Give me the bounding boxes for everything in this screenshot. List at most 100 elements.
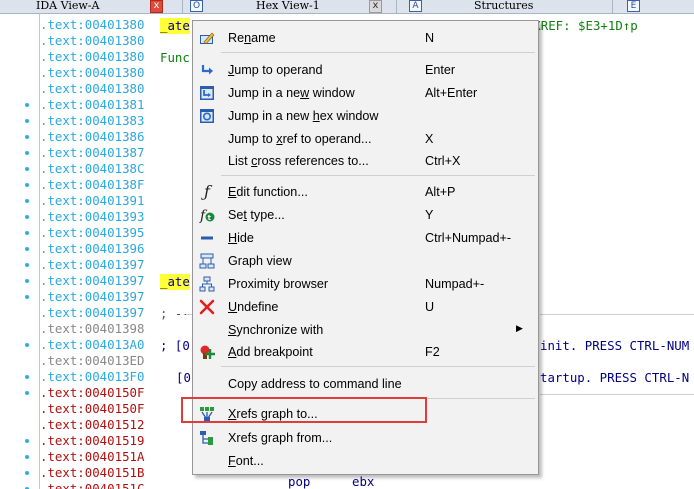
menu-item-graph-view[interactable]: Graph view xyxy=(193,250,538,272)
address-row[interactable]: .text:0040151C xyxy=(40,481,144,489)
address-row[interactable]: .text:00401395 xyxy=(40,225,144,241)
flow-dot xyxy=(25,439,29,443)
address-row[interactable]: .text:0040150F xyxy=(40,385,144,401)
address-row[interactable]: .text:00401519 xyxy=(40,433,144,449)
address-row[interactable]: .text:00401386 xyxy=(40,129,144,145)
segment-prefix: .text: xyxy=(40,321,85,336)
menu-item-shortcut: N xyxy=(425,31,435,45)
address-value: 00401397 xyxy=(84,257,145,272)
address-row[interactable]: .text:004013A0 xyxy=(40,337,144,353)
address-row[interactable]: .text:00401383 xyxy=(40,113,144,129)
address-row[interactable]: .text:00401397 xyxy=(40,305,144,321)
flow-dot xyxy=(25,183,29,187)
segment-prefix: .text: xyxy=(40,289,85,304)
menu-item-undefine[interactable]: Undefine U xyxy=(193,296,538,318)
address-row[interactable]: .text:0040150F xyxy=(40,401,144,417)
address-value: 00401381 xyxy=(84,97,145,112)
address-value: 0040150F xyxy=(84,401,145,416)
label-highlight-mid[interactable]: _ate xyxy=(160,274,190,290)
menu-item-shortcut: Alt+P xyxy=(425,185,456,199)
flow-dot xyxy=(25,215,29,219)
jump-new-window-icon xyxy=(199,85,215,101)
segment-prefix: .text: xyxy=(40,337,85,352)
address-row[interactable]: .text:00401397 xyxy=(40,257,144,273)
menu-item-edit-function[interactable]: ƒ Edit function... Alt+P xyxy=(193,181,538,203)
menu-item-label: Undefine xyxy=(228,300,279,314)
flow-dot xyxy=(25,119,29,123)
tab-hex-view-1-label: Hex View-1 xyxy=(256,0,320,12)
menu-item-font[interactable]: Font... xyxy=(193,450,538,472)
flow-dot xyxy=(25,247,29,251)
address-row[interactable]: .text:004013F0 xyxy=(40,369,144,385)
set-type-icon: ft xyxy=(199,207,215,224)
address-row[interactable]: .text:00401393 xyxy=(40,209,144,225)
address-row[interactable]: .text:00401381 xyxy=(40,97,144,113)
address-row[interactable]: .text:0040138C xyxy=(40,161,144,177)
tab-hex-view-1[interactable]: Hex View-1 x xyxy=(208,0,388,14)
menu-item-add-breakpoint[interactable]: Add breakpoint F2 xyxy=(193,341,538,363)
address-value: 00401393 xyxy=(84,209,145,224)
menu-item-jump-hex-window[interactable]: Jump in a new hex window xyxy=(193,105,538,127)
address-row[interactable]: .text:00401380 xyxy=(40,17,144,33)
address-row[interactable]: .text:00401398 xyxy=(40,321,144,337)
function-icon: ƒ xyxy=(204,182,210,201)
close-icon[interactable]: x xyxy=(369,0,382,13)
rename-icon xyxy=(199,30,215,46)
label-highlight-top[interactable]: _ate xyxy=(160,18,190,34)
tab-separator xyxy=(396,0,397,14)
menu-item-list-cross-references[interactable]: List cross references to... Ctrl+X xyxy=(193,150,538,172)
segment-prefix: .text: xyxy=(40,97,85,112)
menu-item-jump-new-window[interactable]: Jump in a new window Alt+Enter xyxy=(193,82,538,104)
menu-item-hide[interactable]: Hide Ctrl+Numpad+- xyxy=(193,227,538,249)
hide-icon xyxy=(199,230,215,246)
address-row[interactable]: .text:004013ED xyxy=(40,353,144,369)
menu-item-synchronize-with[interactable]: Synchronize with ▶ xyxy=(193,319,538,341)
address-row[interactable]: .text:00401396 xyxy=(40,241,144,257)
segment-prefix: .text: xyxy=(40,177,85,192)
address-row[interactable]: .text:00401397 xyxy=(40,289,144,305)
menu-item-shortcut: Alt+Enter xyxy=(425,86,478,100)
breakpoint-icon xyxy=(199,344,215,360)
address-row[interactable]: .text:00401391 xyxy=(40,193,144,209)
address-row[interactable]: .text:00401380 xyxy=(40,81,144,97)
address-value: 0040151C xyxy=(84,481,145,489)
address-row[interactable]: .text:00401512 xyxy=(40,417,144,433)
close-icon[interactable]: x xyxy=(150,0,163,13)
menu-item-xrefs-graph-from[interactable]: Xrefs graph from... xyxy=(193,427,538,449)
menu-item-proximity-browser[interactable]: Proximity browser Numpad+- xyxy=(193,273,538,295)
flow-dot xyxy=(25,231,29,235)
menu-item-jump-xref-operand[interactable]: Jump to xref to operand... X xyxy=(193,128,538,150)
segment-prefix: .text: xyxy=(40,113,85,128)
pop-operand: ebx xyxy=(352,474,375,489)
segment-prefix: .text: xyxy=(40,353,85,368)
address-row[interactable]: .text:00401380 xyxy=(40,33,144,49)
menu-item-label: Font... xyxy=(228,454,264,468)
address-row[interactable]: .text:00401380 xyxy=(40,65,144,81)
tab-ida-view-a[interactable]: IDA View-A x xyxy=(6,0,166,14)
menu-item-copy-address[interactable]: Copy address to command line xyxy=(193,373,538,395)
segment-prefix: .text: xyxy=(40,305,85,320)
flow-dot xyxy=(25,295,29,299)
segment-prefix: .text: xyxy=(40,241,85,256)
address-row[interactable]: .text:0040151A xyxy=(40,449,144,465)
segment-prefix: .text: xyxy=(40,33,85,48)
address-value: 00401386 xyxy=(84,129,145,144)
highlight-box xyxy=(181,397,427,423)
address-row[interactable]: .text:00401387 xyxy=(40,145,144,161)
comment-bracket: ; [0 xyxy=(160,338,190,353)
flow-dot xyxy=(25,279,29,283)
structures-icon: A xyxy=(409,0,422,12)
menu-item-jump-to-operand[interactable]: Jump to operand Enter xyxy=(193,59,538,81)
tab-ida-view-a-label: IDA View-A xyxy=(36,0,100,12)
address-row[interactable]: .text:0040138F xyxy=(40,177,144,193)
address-row[interactable]: .text:0040151B xyxy=(40,465,144,481)
menu-item-set-type[interactable]: ft Set type... Y xyxy=(193,204,538,226)
menu-item-rename[interactable]: Rename N xyxy=(193,27,538,49)
jump-operand-icon xyxy=(199,62,215,78)
segment-prefix: .text: xyxy=(40,81,85,96)
segment-prefix: .text: xyxy=(40,49,85,64)
address-row[interactable]: .text:00401380 xyxy=(40,49,144,65)
address-value: 00401519 xyxy=(84,433,145,448)
tab-structures[interactable]: Structures xyxy=(426,0,606,14)
address-row[interactable]: .text:00401397 xyxy=(40,273,144,289)
